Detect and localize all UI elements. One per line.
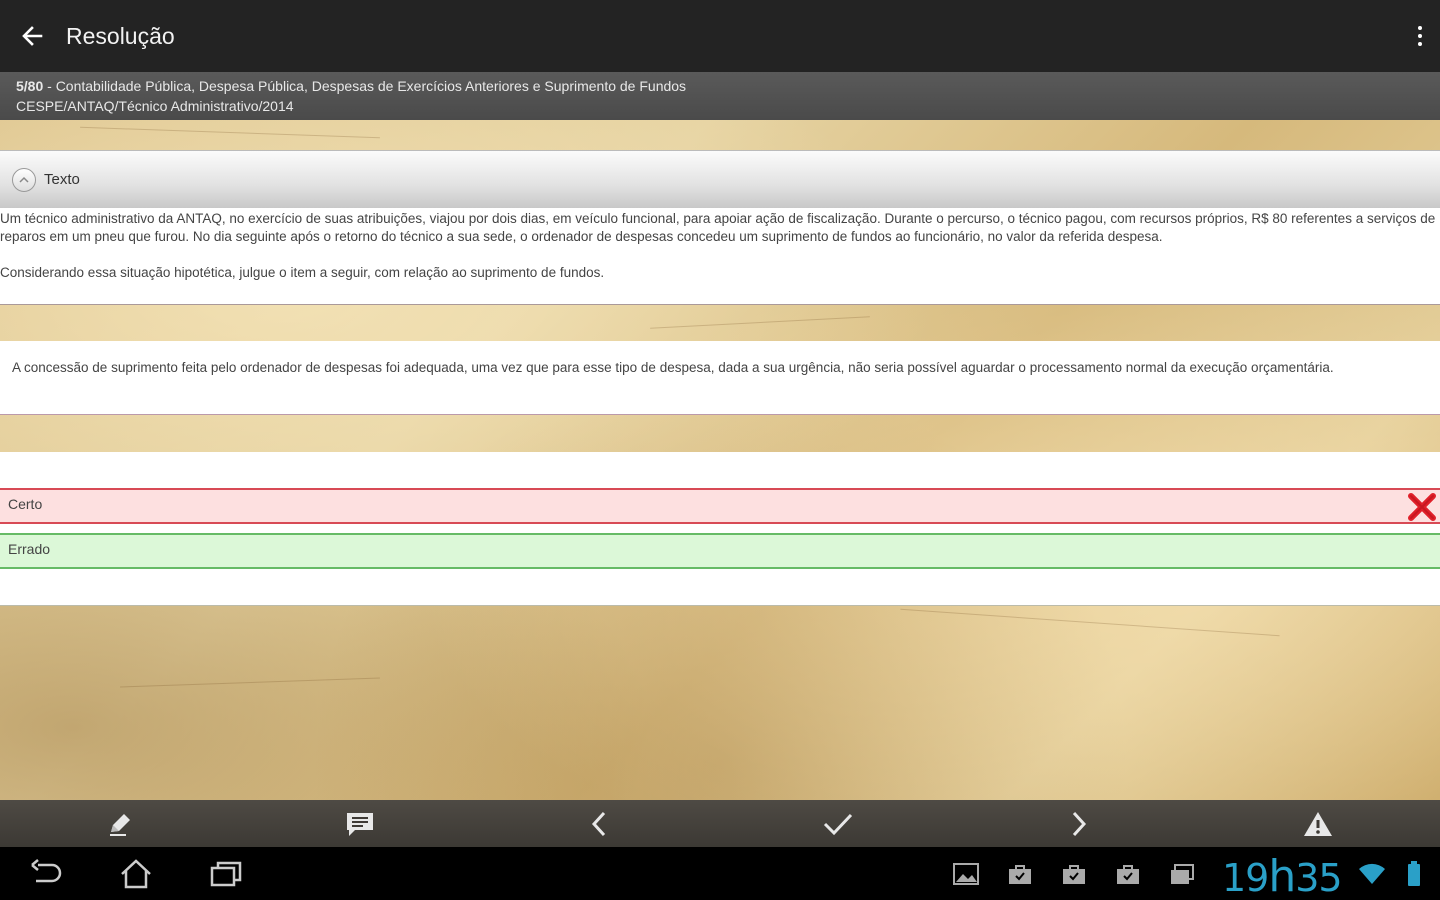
dot-icon xyxy=(1418,26,1422,30)
page-title: Resolução xyxy=(66,22,175,49)
home-icon xyxy=(121,859,151,889)
wrong-x-icon xyxy=(1408,493,1436,521)
question-number: 5/80 xyxy=(16,78,44,94)
system-back-button[interactable] xyxy=(26,857,66,891)
battery-status xyxy=(1400,861,1428,887)
system-navigation-bar: 19h35 xyxy=(0,847,1440,900)
battery-icon xyxy=(1408,861,1420,886)
question-toolbar xyxy=(0,800,1440,847)
back-button[interactable] xyxy=(0,0,64,72)
confirm-answer-button[interactable] xyxy=(822,808,854,840)
question-source: CESPE/ANTAQ/Técnico Administrativo/2014 xyxy=(16,98,294,114)
overflow-menu-button[interactable] xyxy=(1408,18,1432,54)
recent-apps-icon xyxy=(210,861,242,887)
comments-button[interactable] xyxy=(344,808,376,840)
check-icon xyxy=(823,813,853,836)
clock-minutes: 35 xyxy=(1295,856,1342,900)
chevron-right-icon xyxy=(1072,811,1087,837)
image-icon xyxy=(953,863,979,885)
store-notification[interactable] xyxy=(1006,861,1034,887)
option-label: Errado xyxy=(8,541,51,557)
clock-hours: 19 xyxy=(1222,856,1269,900)
annotate-button[interactable] xyxy=(104,808,136,840)
arrow-left-icon xyxy=(22,26,43,46)
question-subject-line: 5/80 - Contabilidade Pública, Despesa Pú… xyxy=(16,76,1424,96)
system-home-button[interactable] xyxy=(116,857,156,891)
wifi-status xyxy=(1358,861,1386,887)
texto-toggle[interactable]: Texto xyxy=(0,150,1440,208)
warning-icon xyxy=(1304,812,1332,836)
gallery-notification[interactable] xyxy=(952,861,980,887)
dot-icon xyxy=(1418,34,1422,38)
pencil-icon xyxy=(110,814,130,836)
dot-icon xyxy=(1418,42,1422,46)
collapse-icon xyxy=(12,167,36,192)
shopping-bag-icon xyxy=(1117,865,1139,884)
statement-text: A concessão de suprimento feita pelo ord… xyxy=(12,360,1334,375)
option-label: Certo xyxy=(8,496,43,512)
store-notification[interactable] xyxy=(1060,861,1088,887)
shopping-bag-icon xyxy=(1063,865,1085,884)
next-question-button[interactable] xyxy=(1062,808,1094,840)
report-problem-button[interactable] xyxy=(1302,808,1334,840)
previous-question-button[interactable] xyxy=(584,808,616,840)
answer-options: Certo Errado xyxy=(0,452,1440,606)
system-recents-button[interactable] xyxy=(206,857,246,891)
question-subject: - Contabilidade Pública, Despesa Pública… xyxy=(43,78,687,94)
status-clock: 19h35 xyxy=(1222,851,1343,900)
chevron-left-icon xyxy=(591,811,606,837)
shopping-bag-icon xyxy=(1009,865,1031,884)
question-statement: A concessão de suprimento feita pelo ord… xyxy=(0,341,1440,415)
option-certo[interactable]: Certo xyxy=(0,488,1440,524)
store-notification[interactable] xyxy=(1114,861,1142,887)
option-errado[interactable]: Errado xyxy=(0,533,1440,569)
texto-label: Texto xyxy=(44,171,80,188)
texto-paragraph: Um técnico administrativo da ANTAQ, no e… xyxy=(0,211,1436,244)
comment-icon xyxy=(347,813,373,836)
action-bar: Resolução xyxy=(0,0,1440,72)
stacked-notification[interactable] xyxy=(1168,861,1196,887)
texto-body: Um técnico administrativo da ANTAQ, no e… xyxy=(0,208,1440,305)
question-info-header: 5/80 - Contabilidade Pública, Despesa Pú… xyxy=(0,72,1440,120)
clock-separator: h xyxy=(1268,851,1296,900)
stacked-bags-icon xyxy=(1171,864,1194,884)
texto-paragraph: Considerando essa situação hipotética, j… xyxy=(0,265,605,280)
back-arrow-icon xyxy=(31,859,62,883)
wifi-icon xyxy=(1359,863,1385,884)
